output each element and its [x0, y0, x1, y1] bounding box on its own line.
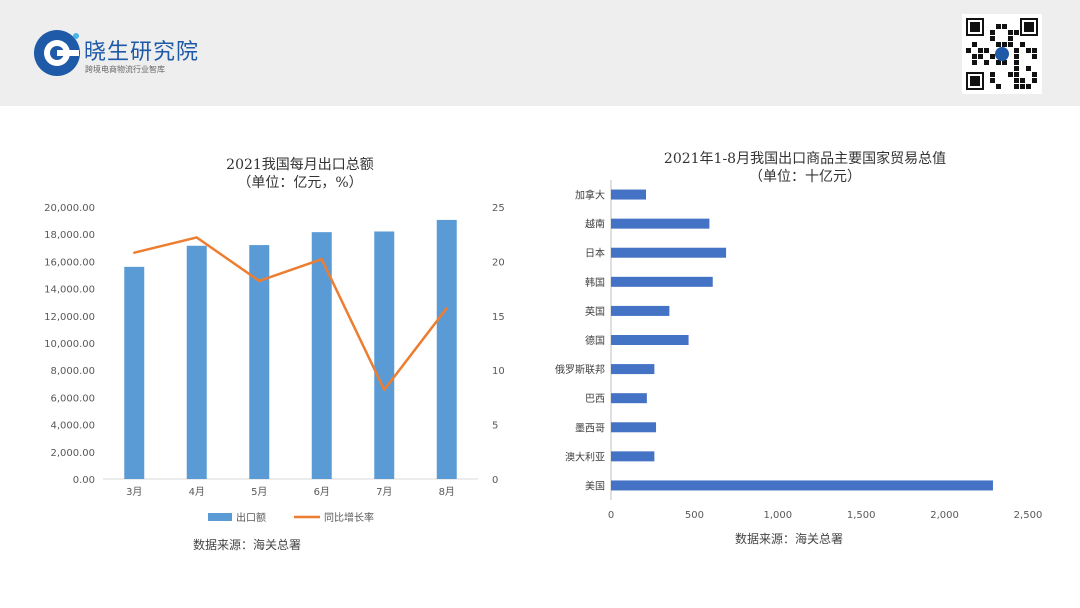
bar-export-value — [124, 266, 145, 479]
y-tick-label: 6,000.00 — [50, 393, 95, 404]
x-tick-label: 2,000 — [930, 510, 959, 521]
x-tick-label: 2,500 — [1014, 510, 1043, 521]
bar-country-value — [611, 451, 655, 462]
category-label: 加拿大 — [575, 189, 605, 202]
line-point — [133, 251, 136, 254]
legend-swatch-bar — [208, 513, 232, 521]
y2-tick-label: 10 — [492, 366, 505, 377]
category-label: 日本 — [585, 247, 605, 260]
bar-country-value — [611, 218, 710, 229]
x-tick-label: 3月 — [126, 486, 142, 498]
bar-country-value — [611, 393, 647, 404]
bar-country-value — [611, 276, 713, 287]
right-chart-title: 2021年1-8月我国出口商品主要国家贸易总值 — [663, 151, 947, 167]
brand-tagline: 跨境电商物流行业智库 — [85, 65, 165, 74]
bar-country-value — [611, 422, 657, 433]
left-chart-source: 数据来源：海关总署 — [193, 538, 302, 552]
x-tick-label: 1,500 — [847, 510, 876, 521]
y2-tick-label: 0 — [492, 475, 498, 486]
y-tick-label: 8,000.00 — [50, 366, 95, 377]
bar-country-value — [611, 364, 655, 375]
bar-country-value — [611, 335, 689, 345]
y-tick-label: 20,000.00 — [44, 203, 95, 214]
brand-name: 晓生研究院 — [84, 40, 200, 65]
brand-logo-icon — [34, 30, 80, 76]
bar-country-value — [611, 480, 993, 491]
x-tick-label: 7月 — [376, 486, 392, 498]
category-label: 俄罗斯联邦 — [555, 363, 605, 376]
bar-export-value — [186, 245, 207, 479]
category-label: 韩国 — [585, 276, 605, 289]
y-tick-label: 10,000.00 — [44, 339, 95, 350]
x-tick-label: 6月 — [314, 486, 330, 498]
y2-tick-label: 20 — [492, 257, 505, 268]
category-label: 墨西哥 — [575, 422, 605, 434]
legend-label: 同比增长率 — [324, 511, 374, 524]
y-tick-label: 12,000.00 — [44, 312, 95, 323]
bar-country-value — [611, 305, 670, 316]
left-chart-title-block: 2021我国每月出口总额 （单位：亿元，%） — [190, 156, 410, 192]
header-bar: 晓生研究院 跨境电商物流行业智库 — [0, 0, 1080, 106]
legend-label: 出口额 — [236, 511, 266, 524]
x-tick-label: 1,000 — [763, 510, 792, 521]
bar-export-value — [374, 231, 395, 479]
left-chart-title: 2021我国每月出口总额 — [226, 157, 374, 173]
line-growth-rate — [133, 236, 448, 392]
line-point — [445, 306, 448, 310]
category-label: 美国 — [585, 479, 605, 492]
right-chart-source: 数据来源：海关总署 — [735, 532, 844, 546]
line-point — [383, 388, 386, 391]
line-point — [195, 236, 198, 239]
line-point — [258, 279, 261, 283]
bar-export-value — [311, 232, 332, 479]
bar-country-value — [611, 247, 727, 258]
x-tick-label: 8月 — [439, 486, 455, 498]
line-point — [320, 258, 323, 261]
category-label: 巴西 — [585, 393, 605, 405]
y-tick-label: 14,000.00 — [44, 285, 95, 296]
category-label: 英国 — [585, 305, 605, 318]
x-tick-label: 500 — [685, 510, 704, 521]
x-tick-label: 4月 — [189, 486, 205, 498]
category-label: 德国 — [585, 334, 605, 347]
x-tick-label: 0 — [608, 510, 614, 521]
y2-tick-label: 5 — [492, 421, 498, 432]
x-tick-label: 5月 — [251, 486, 267, 498]
y2-tick-label: 25 — [492, 203, 505, 214]
category-label: 越南 — [585, 218, 605, 231]
y-tick-label: 16,000.00 — [44, 257, 95, 268]
y-tick-label: 18,000.00 — [44, 230, 95, 241]
y2-tick-label: 15 — [492, 312, 505, 323]
bar-export-value — [436, 219, 457, 480]
y-tick-label: 2,000.00 — [50, 448, 95, 459]
category-label: 澳大利亚 — [565, 450, 605, 463]
y-tick-label: 0.00 — [73, 475, 95, 486]
right-chart: 加拿大越南日本韩国英国德国俄罗斯联邦巴西墨西哥澳大利亚美国 0 500 1,000 1,… — [555, 180, 1043, 521]
qr-code-icon — [962, 14, 1042, 94]
left-chart: 0.00 2,000.00 4,000.00 6,000.00 8,000.00 10,0… — [44, 203, 505, 524]
bar-country-value — [611, 189, 647, 200]
y-tick-label: 4,000.00 — [50, 421, 95, 432]
